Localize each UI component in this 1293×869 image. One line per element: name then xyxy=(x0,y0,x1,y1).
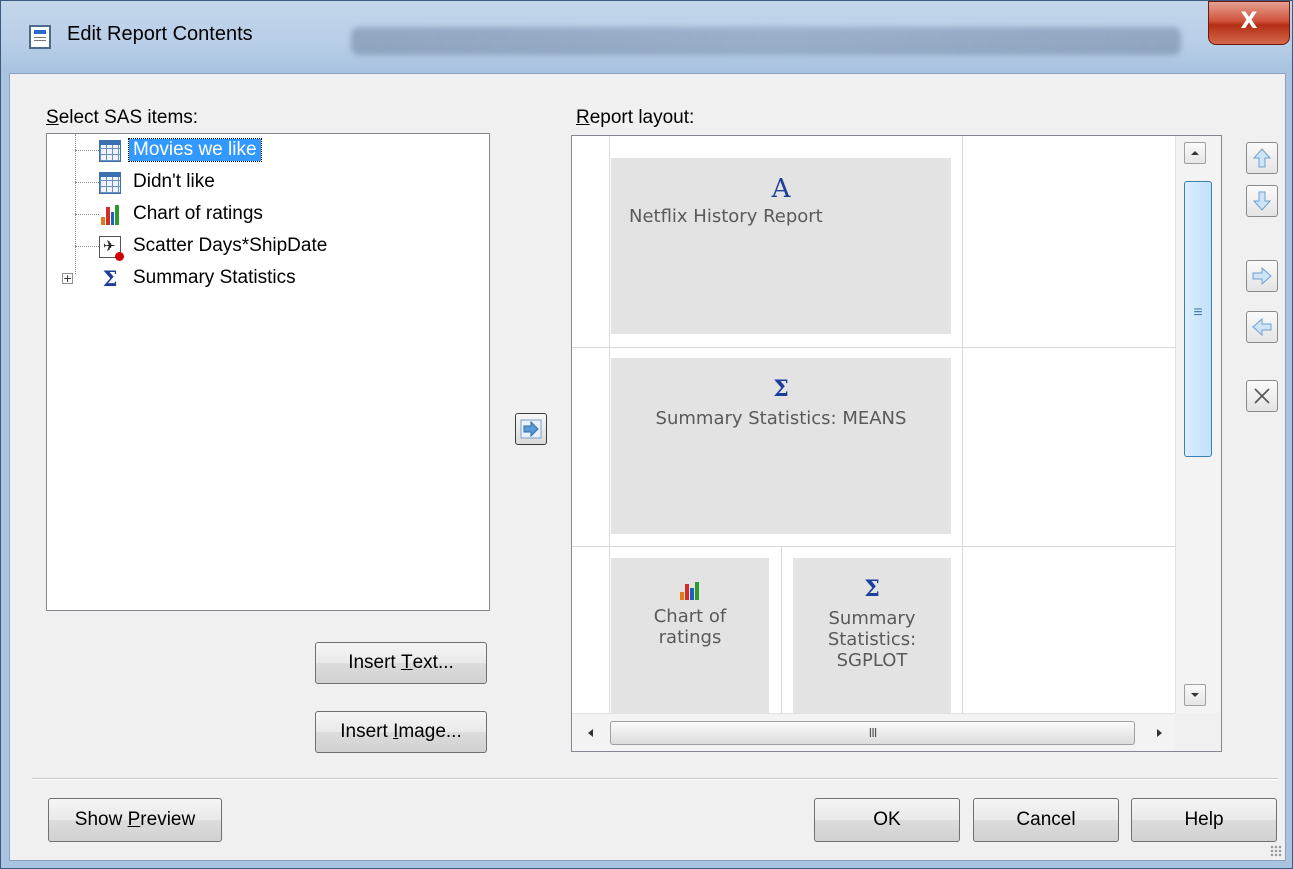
remove-x-icon xyxy=(1254,388,1270,404)
table-grid-icon xyxy=(99,172,121,194)
thumb-grip: III xyxy=(868,725,878,740)
cell-label: ratings xyxy=(658,627,722,648)
scroll-left-button[interactable] xyxy=(582,724,598,748)
cell-label: Summary Statistics: MEANS xyxy=(655,408,907,429)
close-button[interactable]: X xyxy=(1208,1,1290,45)
vertical-scrollbar[interactable]: ≡ xyxy=(1175,136,1221,713)
insert-text-button[interactable]: Insert Text... xyxy=(315,642,487,684)
scroll-right-button[interactable] xyxy=(1152,724,1168,748)
thumb-grip: ≡ xyxy=(1193,304,1203,321)
remove-button[interactable] xyxy=(1246,380,1278,412)
text-a-icon: A xyxy=(771,174,791,204)
scatter-plot-icon xyxy=(99,236,124,261)
select-sas-items-label: Select SAS items: xyxy=(46,107,199,128)
sigma-icon: Σ xyxy=(864,576,880,602)
tree-item-summary-statistics[interactable]: + Σ Summary Statistics xyxy=(47,264,487,294)
grid-line xyxy=(781,546,782,713)
cell-label: Statistics: xyxy=(827,629,917,650)
move-right-button[interactable] xyxy=(1246,260,1278,292)
help-button[interactable]: Help xyxy=(1131,798,1277,842)
cancel-button[interactable]: Cancel xyxy=(973,798,1119,842)
layout-cell-chart-of-ratings[interactable]: Chart of ratings xyxy=(611,558,769,718)
footer-separator xyxy=(32,778,1278,780)
scroll-down-button[interactable] xyxy=(1184,684,1206,706)
expand-plus-icon[interactable]: + xyxy=(62,273,73,284)
dialog-client-area: Select SAS items: Report layout: Movies … xyxy=(9,73,1286,861)
cell-label: Netflix History Report xyxy=(629,206,823,227)
arrow-left-icon xyxy=(1252,317,1272,337)
tree-item-label: Movies we like xyxy=(128,138,262,162)
grid-line xyxy=(609,136,610,713)
arrow-down-icon xyxy=(1252,191,1272,211)
arrow-up-icon xyxy=(1252,148,1272,168)
tree-item-label: Summary Statistics xyxy=(133,267,296,288)
tree-item-movies-we-like[interactable]: Movies we like xyxy=(47,136,487,166)
report-layout-canvas[interactable]: A Netflix History Report Σ Summary Stati… xyxy=(571,135,1222,752)
bar-chart-icon xyxy=(99,204,121,226)
tree-item-didnt-like[interactable]: Didn't like xyxy=(47,168,487,198)
report-document-icon xyxy=(29,25,51,49)
bar-chart-icon xyxy=(680,574,700,600)
cell-label: SGPLOT xyxy=(836,650,908,671)
window-title: Edit Report Contents xyxy=(67,23,253,45)
grid-line xyxy=(962,136,963,713)
tree-item-scatter[interactable]: Scatter Days*ShipDate xyxy=(47,232,487,262)
add-to-layout-button[interactable] xyxy=(515,413,547,445)
layout-cell-netflix-history-report[interactable]: A Netflix History Report xyxy=(611,158,951,334)
sas-items-tree[interactable]: Movies we like Didn't like Chart of rati… xyxy=(46,133,490,611)
background-taskbar-blur xyxy=(351,27,1181,55)
cell-label: Summary xyxy=(828,608,916,629)
insert-image-button[interactable]: Insert Image... xyxy=(315,711,487,753)
tree-item-label: Didn't like xyxy=(133,171,215,192)
arrow-right-icon xyxy=(520,419,542,439)
layout-cell-summary-sgplot[interactable]: Σ Summary Statistics: SGPLOT xyxy=(793,558,951,718)
move-up-button[interactable] xyxy=(1246,142,1278,174)
tree-connector xyxy=(75,150,99,151)
scrollbar-corner xyxy=(1175,713,1221,751)
move-down-button[interactable] xyxy=(1246,185,1278,217)
resize-grip[interactable] xyxy=(1270,845,1282,857)
layout-cell-summary-means[interactable]: Σ Summary Statistics: MEANS xyxy=(611,358,951,534)
ok-button[interactable]: OK xyxy=(814,798,960,842)
dialog-window: Edit Report Contents X Select SAS items:… xyxy=(0,0,1293,869)
vertical-scroll-thumb[interactable]: ≡ xyxy=(1184,181,1212,457)
tree-connector xyxy=(75,246,99,247)
horizontal-scrollbar[interactable]: III xyxy=(572,713,1175,751)
sigma-icon: Σ xyxy=(773,376,789,402)
table-grid-icon xyxy=(99,140,121,162)
tree-connector xyxy=(75,182,99,183)
cell-label: Chart of xyxy=(653,606,727,627)
arrow-right-icon xyxy=(1252,266,1272,286)
horizontal-scroll-thumb[interactable]: III xyxy=(610,721,1135,745)
scroll-up-button[interactable] xyxy=(1184,142,1206,164)
report-layout-label: Report layout: xyxy=(576,107,695,128)
tree-connector xyxy=(75,214,99,215)
tree-item-chart-of-ratings[interactable]: Chart of ratings xyxy=(47,200,487,230)
show-preview-button[interactable]: Show Preview xyxy=(48,798,222,842)
move-left-button[interactable] xyxy=(1246,311,1278,343)
grid-line xyxy=(572,347,1175,348)
tree-item-label: Chart of ratings xyxy=(133,203,263,224)
sigma-icon: Σ xyxy=(102,266,118,291)
title-bar[interactable]: Edit Report Contents X xyxy=(1,1,1292,73)
grid-line xyxy=(572,546,1175,547)
tree-item-label: Scatter Days*ShipDate xyxy=(133,235,328,256)
